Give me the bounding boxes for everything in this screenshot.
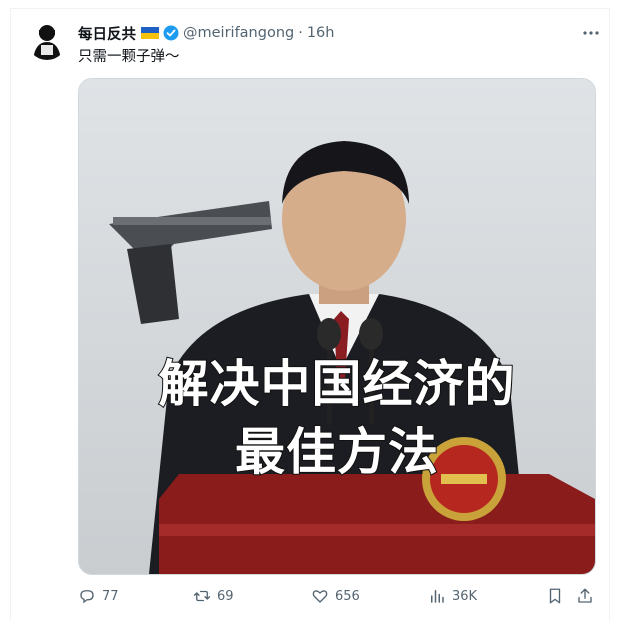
- ukraine-flag-icon: [141, 27, 159, 39]
- avatar-image: [27, 20, 67, 60]
- tweet-image[interactable]: 解决中国经济的 最佳方法: [78, 78, 596, 575]
- timestamp[interactable]: 16h: [307, 25, 335, 41]
- tweet-header: 每日反共 @meirifangong · 16h: [78, 22, 600, 44]
- reply-count: 77: [102, 588, 119, 604]
- more-dots-icon[interactable]: [582, 24, 600, 42]
- bookmark-button[interactable]: [546, 587, 564, 605]
- tweet-actions: 77 69 656 36K: [78, 587, 598, 609]
- reply-button[interactable]: 77: [78, 587, 119, 605]
- views-bar-icon: [431, 590, 444, 603]
- meme-text-line-2: 最佳方法: [234, 422, 439, 482]
- meme-photo: [79, 79, 595, 574]
- retweet-icon: [193, 590, 211, 602]
- views-count: 36K: [452, 588, 478, 604]
- heart-icon: [312, 590, 328, 603]
- views-button[interactable]: 36K: [428, 587, 477, 605]
- tweet-text: 只需一颗子弹～: [78, 49, 180, 65]
- retweet-button[interactable]: 69: [193, 587, 234, 605]
- handle[interactable]: @meirifangong: [183, 25, 294, 41]
- verified-badge-icon: [163, 25, 179, 41]
- meme-text-line-1: 解决中国经济的: [158, 354, 516, 414]
- share-button[interactable]: [576, 587, 594, 605]
- avatar[interactable]: [27, 20, 67, 60]
- like-count: 656: [335, 588, 360, 604]
- share-icon: [578, 588, 592, 603]
- retweet-count: 69: [217, 588, 234, 604]
- separator: ·: [298, 25, 303, 41]
- like-button[interactable]: 656: [311, 587, 360, 605]
- bookmark-icon: [549, 588, 561, 604]
- reply-icon: [80, 590, 94, 604]
- display-name[interactable]: 每日反共: [78, 23, 136, 44]
